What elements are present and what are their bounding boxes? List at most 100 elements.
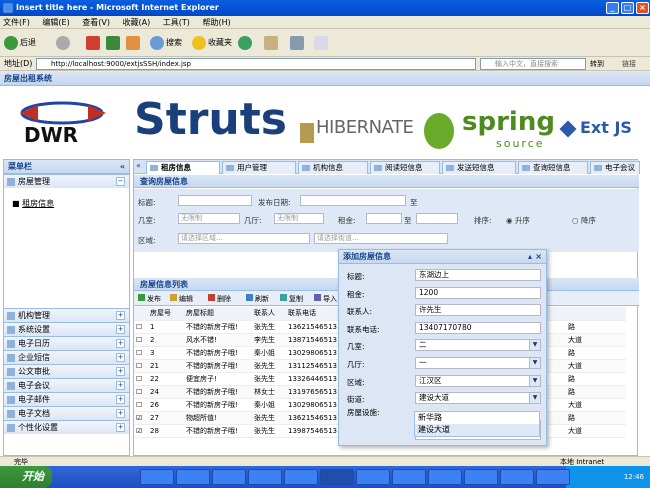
expand-icon[interactable]: + <box>116 353 125 362</box>
dialog-combo[interactable]: 建设大道 ▼ <box>415 392 541 405</box>
taskbar-item[interactable] <box>284 469 318 485</box>
taskbar-item[interactable] <box>464 469 498 485</box>
menu-tools[interactable]: 工具(T) <box>163 18 190 27</box>
menu-view[interactable]: 查看(V) <box>82 18 110 27</box>
sort-desc-radio[interactable]: ○ 降序 <box>572 215 596 226</box>
sidebar-group-8[interactable]: 个性化设置 + <box>4 420 129 434</box>
grid-action-3[interactable]: 刷新 <box>246 294 269 304</box>
dialog-combo[interactable]: 二 ▼ <box>415 339 541 352</box>
grid-header-street[interactable] <box>566 307 626 321</box>
taskbar-item[interactable] <box>428 469 462 485</box>
sidebar-group-house[interactable]: 房屋管理 − <box>4 174 129 188</box>
grid-header-contact[interactable]: 联系人 <box>252 307 286 321</box>
tab-6[interactable]: 电子会议 <box>590 161 640 174</box>
expand-icon[interactable]: + <box>116 395 125 404</box>
grid-check-header[interactable] <box>134 307 148 321</box>
dialog-minimize-icon[interactable]: ▴ <box>528 250 532 264</box>
sidebar-group-3[interactable]: 企业短信 + <box>4 350 129 364</box>
taskbar-item[interactable] <box>176 469 210 485</box>
expand-icon[interactable]: + <box>116 423 125 432</box>
dialog-input[interactable]: 1200 <box>415 286 541 299</box>
taskbar-item[interactable] <box>140 469 174 485</box>
start-button[interactable]: 开始 <box>0 466 52 488</box>
tab-2[interactable]: 机构信息 <box>298 161 368 174</box>
tab-4[interactable]: 发送短信息 <box>442 161 516 174</box>
row-checkbox[interactable]: ☐ <box>134 320 148 334</box>
tab-1[interactable]: 用户管理 <box>222 161 296 174</box>
row-checkbox[interactable]: ☐ <box>134 359 148 373</box>
expand-icon[interactable]: + <box>116 325 125 334</box>
back-button[interactable]: 后退 <box>4 34 36 52</box>
taskbar-item[interactable] <box>248 469 282 485</box>
favorites-button[interactable]: 收藏夹 <box>192 34 232 52</box>
row-checkbox[interactable]: ☑ <box>134 424 148 438</box>
taskbar-item[interactable] <box>392 469 426 485</box>
query-hall-select[interactable]: 无限制 <box>274 213 324 224</box>
row-checkbox[interactable]: ☐ <box>134 333 148 347</box>
grid-action-1[interactable]: 编辑 <box>170 294 193 304</box>
row-checkbox[interactable]: ☐ <box>134 385 148 399</box>
print-button[interactable] <box>290 34 306 52</box>
sidebar-group-6[interactable]: 电子邮件 + <box>4 392 129 406</box>
grid-action-4[interactable]: 复制 <box>280 294 303 304</box>
grid-header-no[interactable]: 房屋号 <box>148 307 184 321</box>
tab-5[interactable]: 查询短信息 <box>518 161 588 174</box>
expand-icon[interactable]: + <box>116 367 125 376</box>
dialog-combo[interactable]: 一 ▼ <box>415 357 541 369</box>
home-button[interactable] <box>126 34 142 52</box>
stop-button[interactable] <box>86 34 102 52</box>
chevron-down-icon[interactable]: ▼ <box>529 375 540 386</box>
query-street-select[interactable]: 请选择街道... <box>314 233 448 244</box>
sidebar-group-5[interactable]: 电子会议 + <box>4 378 129 392</box>
search-button[interactable]: 搜索 <box>150 34 182 52</box>
row-checkbox[interactable]: ☑ <box>134 411 148 425</box>
sidebar-group-1[interactable]: 系统设置 + <box>4 322 129 336</box>
sort-asc-radio[interactable]: ◉ 升序 <box>506 215 530 226</box>
menu-file[interactable]: 文件(F) <box>3 18 30 27</box>
media-button[interactable] <box>238 34 254 52</box>
grid-action-2[interactable]: 删除 <box>208 294 231 304</box>
query-date-from[interactable] <box>300 195 406 206</box>
dialog-input[interactable]: 许先生 <box>415 304 541 317</box>
chevron-down-icon[interactable]: ▼ <box>529 393 540 404</box>
dropdown-option-xinhua[interactable]: 新华路 <box>415 412 539 424</box>
grid-action-5[interactable]: 导入 <box>314 294 337 304</box>
menu-favorites[interactable]: 收藏(A) <box>123 18 151 27</box>
dialog-input[interactable]: 东湖边上 <box>415 269 541 281</box>
refresh-button[interactable] <box>106 34 122 52</box>
taskbar-item[interactable] <box>212 469 246 485</box>
collapse-group-icon[interactable]: − <box>116 177 125 186</box>
dropdown-option-jianshe[interactable]: 建设大道 <box>415 424 539 436</box>
menu-help[interactable]: 帮助(H) <box>202 18 230 27</box>
mail-button[interactable] <box>264 34 280 52</box>
taskbar-item[interactable] <box>500 469 534 485</box>
sidebar-group-4[interactable]: 公文审批 + <box>4 364 129 378</box>
grid-header-title[interactable]: 房屋标题 <box>184 307 252 321</box>
query-room-select[interactable]: 无限制 <box>178 213 240 224</box>
query-rent-min[interactable] <box>366 213 402 224</box>
sidebar-group-7[interactable]: 电子文档 + <box>4 406 129 420</box>
edit-button[interactable] <box>314 34 330 52</box>
grid-action-0[interactable]: 发布 <box>138 294 161 304</box>
row-checkbox[interactable]: ☐ <box>134 346 148 360</box>
chevron-down-icon[interactable]: ▼ <box>529 340 540 351</box>
close-button[interactable]: × <box>636 2 649 14</box>
sidebar-group-2[interactable]: 电子日历 + <box>4 336 129 350</box>
maximize-button[interactable]: □ <box>621 2 634 14</box>
menu-edit[interactable]: 编辑(E) <box>42 18 69 27</box>
expand-icon[interactable]: + <box>116 409 125 418</box>
links-button[interactable]: 链接 <box>622 58 636 70</box>
grid-header-phone[interactable]: 联系电话 <box>286 307 346 321</box>
minimize-button[interactable]: _ <box>606 2 619 14</box>
collapse-icon[interactable]: « <box>120 160 125 174</box>
taskbar-item[interactable] <box>536 469 570 485</box>
tab-scroll-left-icon[interactable]: « <box>136 161 141 170</box>
taskbar-item[interactable] <box>356 469 390 485</box>
forward-button[interactable] <box>56 34 72 52</box>
sidebar-item-rent-info[interactable]: ■ 租房信息 <box>12 198 129 209</box>
taskbar-item[interactable] <box>320 469 354 485</box>
query-rent-max[interactable] <box>416 213 458 224</box>
dialog-close-icon[interactable]: × <box>535 250 542 264</box>
chevron-down-icon[interactable]: ▼ <box>529 358 540 368</box>
expand-icon[interactable]: + <box>116 339 125 348</box>
